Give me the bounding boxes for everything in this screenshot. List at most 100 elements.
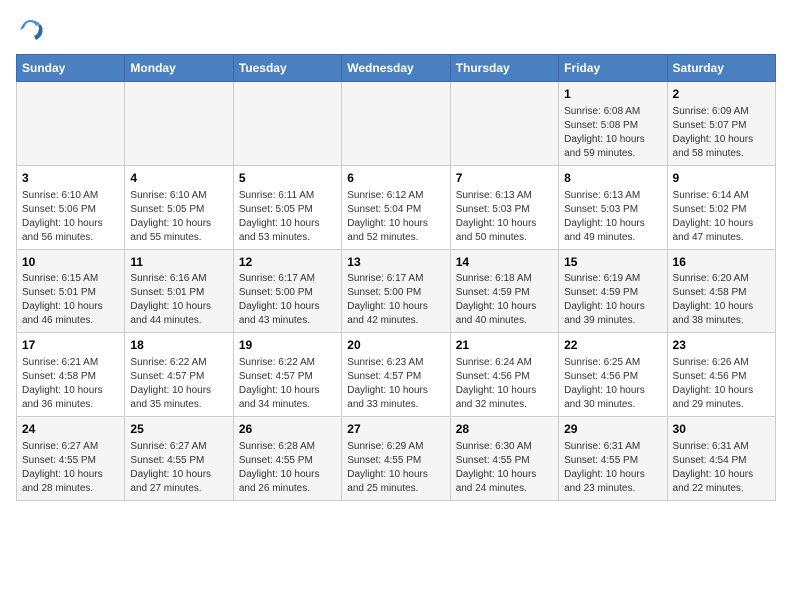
calendar-cell: 2 Sunrise: 6:09 AMSunset: 5:07 PMDaylight… [667, 82, 775, 166]
day-info: Sunrise: 6:23 AMSunset: 4:57 PMDaylight:… [347, 356, 444, 412]
weekday-header-wednesday: Wednesday [342, 55, 450, 82]
day-info: Sunrise: 6:30 AMSunset: 4:55 PMDaylight:… [456, 440, 553, 496]
day-info: Sunrise: 6:16 AMSunset: 5:01 PMDaylight:… [130, 272, 227, 328]
day-number: 11 [130, 254, 227, 271]
day-info: Sunrise: 6:25 AMSunset: 4:56 PMDaylight:… [564, 356, 661, 412]
day-info: Sunrise: 6:10 AMSunset: 5:06 PMDaylight:… [22, 189, 119, 245]
day-info: Sunrise: 6:08 AMSunset: 5:08 PMDaylight:… [564, 105, 661, 161]
calendar-cell: 14Sunrise: 6:18 AMSunset: 4:59 PMDayligh… [450, 249, 558, 333]
day-number: 15 [564, 254, 661, 271]
calendar-cell: 15Sunrise: 6:19 AMSunset: 4:59 PMDayligh… [559, 249, 667, 333]
logo [16, 16, 48, 44]
day-info: Sunrise: 6:10 AMSunset: 5:05 PMDaylight:… [130, 189, 227, 245]
day-number: 3 [22, 170, 119, 187]
calendar-cell [125, 82, 233, 166]
calendar-cell: 17 Sunrise: 6:21 AMSunset: 4:58 PMDayligh… [17, 333, 125, 417]
weekday-header-row: SundayMondayTuesdayWednesdayThursdayFrid… [17, 55, 776, 82]
calendar-cell: 13Sunrise: 6:17 AMSunset: 5:00 PMDayligh… [342, 249, 450, 333]
day-info: Sunrise: 6:31 AMSunset: 4:55 PMDaylight:… [564, 440, 661, 496]
calendar-cell: 29 Sunrise: 6:31 AMSunset: 4:55 PMDayligh… [559, 417, 667, 501]
calendar-week-3: 10Sunrise: 6:15 AMSunset: 5:01 PMDayligh… [17, 249, 776, 333]
day-info: Sunrise: 6:17 AMSunset: 5:00 PMDaylight:… [347, 272, 444, 328]
calendar-cell [233, 82, 341, 166]
day-number: 22 [564, 337, 661, 354]
day-number: 18 [130, 337, 227, 354]
day-info: Sunrise: 6:29 AMSunset: 4:55 PMDaylight:… [347, 440, 444, 496]
calendar-cell: 7 Sunrise: 6:13 AMSunset: 5:03 PMDaylight… [450, 165, 558, 249]
calendar-week-5: 24 Sunrise: 6:27 AMSunset: 4:55 PMDayligh… [17, 417, 776, 501]
day-number: 6 [347, 170, 444, 187]
calendar-cell: 6Sunrise: 6:12 AMSunset: 5:04 PMDaylight… [342, 165, 450, 249]
calendar-cell: 19 Sunrise: 6:22 AMSunset: 4:57 PMDayligh… [233, 333, 341, 417]
day-number: 7 [456, 170, 553, 187]
page-header [16, 16, 776, 44]
calendar-cell [450, 82, 558, 166]
day-info: Sunrise: 6:27 AMSunset: 4:55 PMDaylight:… [130, 440, 227, 496]
calendar-cell: 23Sunrise: 6:26 AMSunset: 4:56 PMDayligh… [667, 333, 775, 417]
day-info: Sunrise: 6:09 AMSunset: 5:07 PMDaylight:… [673, 105, 770, 161]
day-number: 2 [673, 86, 770, 103]
day-number: 27 [347, 421, 444, 438]
calendar-cell: 3 Sunrise: 6:10 AMSunset: 5:06 PMDaylight… [17, 165, 125, 249]
calendar-cell: 4 Sunrise: 6:10 AMSunset: 5:05 PMDaylight… [125, 165, 233, 249]
day-number: 24 [22, 421, 119, 438]
day-number: 30 [673, 421, 770, 438]
day-info: Sunrise: 6:13 AMSunset: 5:03 PMDaylight:… [456, 189, 553, 245]
day-number: 21 [456, 337, 553, 354]
day-info: Sunrise: 6:14 AMSunset: 5:02 PMDaylight:… [673, 189, 770, 245]
day-info: Sunrise: 6:17 AMSunset: 5:00 PMDaylight:… [239, 272, 336, 328]
calendar-cell: 16Sunrise: 6:20 AMSunset: 4:58 PMDayligh… [667, 249, 775, 333]
day-number: 20 [347, 337, 444, 354]
calendar-cell: 10Sunrise: 6:15 AMSunset: 5:01 PMDayligh… [17, 249, 125, 333]
weekday-header-monday: Monday [125, 55, 233, 82]
day-info: Sunrise: 6:15 AMSunset: 5:01 PMDaylight:… [22, 272, 119, 328]
calendar-table: SundayMondayTuesdayWednesdayThursdayFrid… [16, 54, 776, 501]
calendar-cell: 12Sunrise: 6:17 AMSunset: 5:00 PMDayligh… [233, 249, 341, 333]
calendar-body: 1 Sunrise: 6:08 AMSunset: 5:08 PMDaylight… [17, 82, 776, 501]
day-number: 5 [239, 170, 336, 187]
calendar-cell: 21 Sunrise: 6:24 AMSunset: 4:56 PMDayligh… [450, 333, 558, 417]
day-number: 28 [456, 421, 553, 438]
day-info: Sunrise: 6:20 AMSunset: 4:58 PMDaylight:… [673, 272, 770, 328]
day-number: 25 [130, 421, 227, 438]
day-number: 17 [22, 337, 119, 354]
day-number: 4 [130, 170, 227, 187]
calendar-cell: 28 Sunrise: 6:30 AMSunset: 4:55 PMDayligh… [450, 417, 558, 501]
day-info: Sunrise: 6:24 AMSunset: 4:56 PMDaylight:… [456, 356, 553, 412]
calendar-cell: 20 Sunrise: 6:23 AMSunset: 4:57 PMDayligh… [342, 333, 450, 417]
calendar-cell: 11Sunrise: 6:16 AMSunset: 5:01 PMDayligh… [125, 249, 233, 333]
calendar-cell: 1 Sunrise: 6:08 AMSunset: 5:08 PMDaylight… [559, 82, 667, 166]
calendar-header: SundayMondayTuesdayWednesdayThursdayFrid… [17, 55, 776, 82]
weekday-header-tuesday: Tuesday [233, 55, 341, 82]
day-number: 29 [564, 421, 661, 438]
day-number: 12 [239, 254, 336, 271]
calendar-cell: 24 Sunrise: 6:27 AMSunset: 4:55 PMDayligh… [17, 417, 125, 501]
calendar-cell: 25 Sunrise: 6:27 AMSunset: 4:55 PMDayligh… [125, 417, 233, 501]
day-number: 9 [673, 170, 770, 187]
day-info: Sunrise: 6:31 AMSunset: 4:54 PMDaylight:… [673, 440, 770, 496]
calendar-cell [17, 82, 125, 166]
weekday-header-thursday: Thursday [450, 55, 558, 82]
calendar-cell: 27 Sunrise: 6:29 AMSunset: 4:55 PMDayligh… [342, 417, 450, 501]
day-number: 19 [239, 337, 336, 354]
day-info: Sunrise: 6:19 AMSunset: 4:59 PMDaylight:… [564, 272, 661, 328]
day-info: Sunrise: 6:27 AMSunset: 4:55 PMDaylight:… [22, 440, 119, 496]
day-info: Sunrise: 6:28 AMSunset: 4:55 PMDaylight:… [239, 440, 336, 496]
calendar-cell: 9 Sunrise: 6:14 AMSunset: 5:02 PMDaylight… [667, 165, 775, 249]
weekday-header-saturday: Saturday [667, 55, 775, 82]
day-number: 16 [673, 254, 770, 271]
day-info: Sunrise: 6:26 AMSunset: 4:56 PMDaylight:… [673, 356, 770, 412]
calendar-cell [342, 82, 450, 166]
calendar-cell: 22 Sunrise: 6:25 AMSunset: 4:56 PMDayligh… [559, 333, 667, 417]
day-number: 14 [456, 254, 553, 271]
calendar-week-4: 17 Sunrise: 6:21 AMSunset: 4:58 PMDayligh… [17, 333, 776, 417]
day-number: 26 [239, 421, 336, 438]
day-info: Sunrise: 6:22 AMSunset: 4:57 PMDaylight:… [239, 356, 336, 412]
calendar-cell: 18Sunrise: 6:22 AMSunset: 4:57 PMDayligh… [125, 333, 233, 417]
calendar-cell: 5Sunrise: 6:11 AMSunset: 5:05 PMDaylight… [233, 165, 341, 249]
day-info: Sunrise: 6:21 AMSunset: 4:58 PMDaylight:… [22, 356, 119, 412]
calendar-cell: 8Sunrise: 6:13 AMSunset: 5:03 PMDaylight… [559, 165, 667, 249]
day-number: 10 [22, 254, 119, 271]
logo-icon [16, 16, 44, 44]
day-number: 1 [564, 86, 661, 103]
